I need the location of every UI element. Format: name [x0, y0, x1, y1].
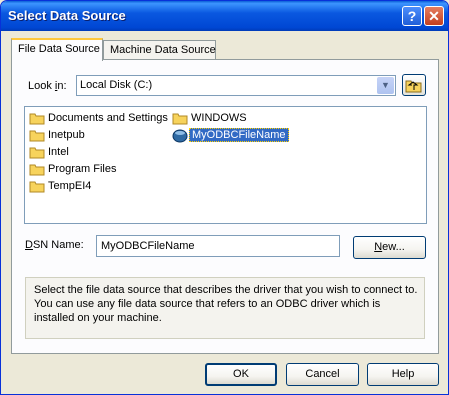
new-button[interactable]: New...: [353, 236, 426, 259]
folder-icon: [29, 113, 45, 125]
odbc-dsn-file-icon: [172, 129, 188, 143]
tab-file-data-source[interactable]: File Data Source: [11, 38, 103, 61]
folder-icon: [29, 164, 45, 176]
dialog-title: Select Data Source: [8, 8, 126, 23]
folder-icon: [172, 113, 188, 125]
new-button-accel: N: [374, 241, 383, 253]
look-in-label-prefix: Look: [28, 80, 55, 92]
title-help-button[interactable]: ?: [402, 6, 422, 26]
look-in-label-suffix: n:: [57, 80, 67, 92]
list-item-label: Inetpub: [48, 129, 85, 141]
look-in-value: Local Disk (C:): [80, 79, 153, 91]
list-item-label: WINDOWS: [191, 112, 247, 124]
dsn-name-label-accel: D: [25, 239, 33, 251]
chevron-down-icon[interactable]: ▼: [377, 77, 394, 94]
list-item-label: Intel: [48, 146, 69, 158]
description-text: Select the file data source that describ…: [34, 284, 418, 324]
list-item-label: Documents and Settings: [48, 112, 168, 124]
file-list[interactable]: Documents and Settings Inetpub Intel Pro…: [24, 106, 427, 224]
list-item-label: TempEI4: [48, 180, 92, 192]
list-item-label: Program Files: [48, 163, 117, 175]
look-in-dropdown[interactable]: Local Disk (C:) ▼: [76, 75, 396, 96]
folder-up-icon: [405, 80, 422, 93]
folder-icon: [29, 181, 45, 193]
help-button[interactable]: Help: [367, 363, 439, 386]
list-item-label: MyODBCFileName: [189, 128, 289, 142]
folder-icon: [29, 147, 45, 159]
title-close-button[interactable]: ✕: [424, 6, 444, 26]
dsn-name-input[interactable]: MyODBCFileName: [96, 235, 340, 257]
tab-machine-data-source[interactable]: Machine Data Source: [103, 40, 216, 59]
new-button-label: ew...: [382, 241, 405, 253]
dsn-name-label: DSN Name:: [25, 239, 84, 251]
folder-icon: [29, 130, 45, 142]
description-box: Select the file data source that describ…: [25, 277, 425, 339]
cancel-button[interactable]: Cancel: [286, 363, 359, 386]
up-one-level-button[interactable]: [402, 74, 426, 96]
dsn-name-value: MyODBCFileName: [101, 240, 195, 252]
dsn-name-label-rest: SN Name:: [32, 239, 84, 251]
ok-button[interactable]: OK: [205, 363, 277, 386]
look-in-label: Look in:: [28, 80, 67, 92]
title-bar[interactable]: Select Data Source ? ✕: [1, 1, 448, 31]
select-data-source-dialog: Select Data Source ? ✕ File Data Source …: [0, 0, 449, 395]
